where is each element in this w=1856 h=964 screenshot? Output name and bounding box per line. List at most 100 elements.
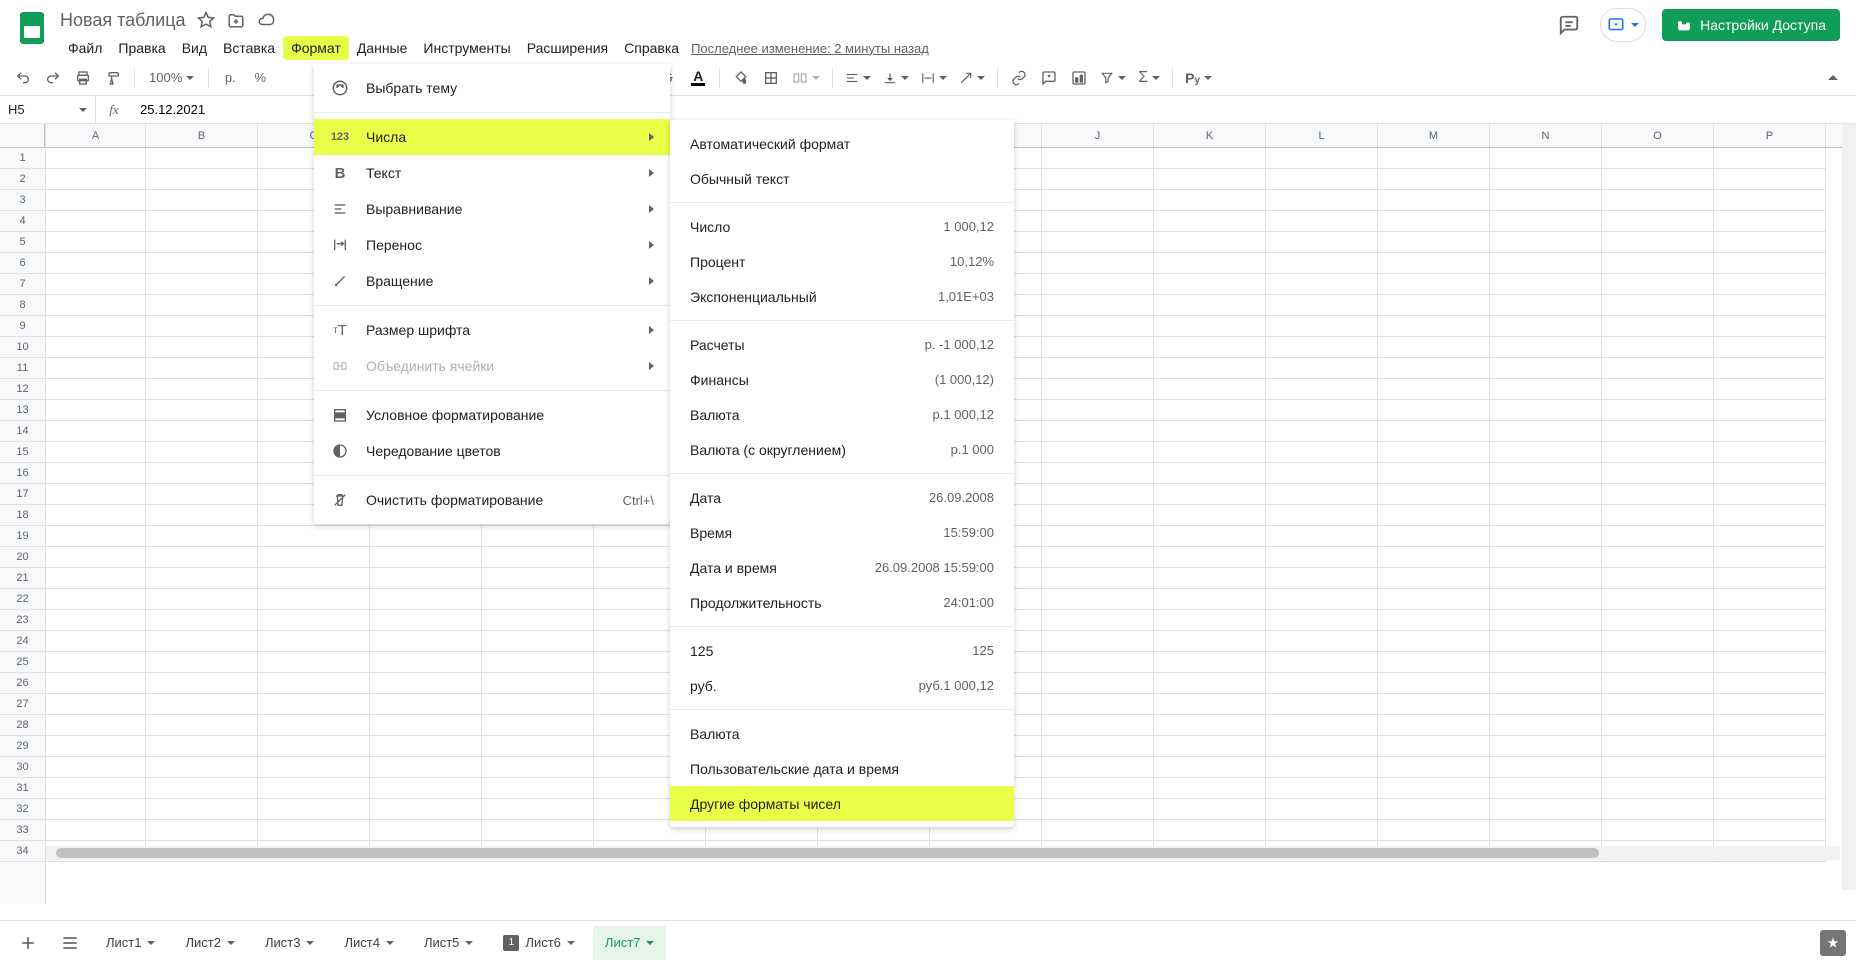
row-header[interactable]: 9 <box>0 316 45 337</box>
cell[interactable] <box>146 757 258 778</box>
cell[interactable] <box>1378 799 1490 820</box>
sheet-tab-лист6[interactable]: 1Лист6 <box>491 926 586 960</box>
cell[interactable] <box>146 589 258 610</box>
row-header[interactable]: 3 <box>0 190 45 211</box>
cell[interactable] <box>1154 463 1266 484</box>
star-icon[interactable] <box>196 10 216 30</box>
cell[interactable] <box>1266 610 1378 631</box>
present-button[interactable] <box>1600 8 1646 42</box>
cell[interactable] <box>1266 379 1378 400</box>
rotate-button[interactable] <box>955 65 989 91</box>
cell[interactable] <box>1154 484 1266 505</box>
numfmt-расчеты[interactable]: Расчетыр. -1 000,12 <box>670 327 1014 362</box>
doc-title[interactable]: Новая таблица <box>60 10 186 31</box>
cell[interactable] <box>46 820 146 841</box>
cell[interactable] <box>1714 652 1826 673</box>
cell[interactable] <box>146 568 258 589</box>
cell[interactable] <box>1042 589 1154 610</box>
numfmt-экспоненциальный[interactable]: Экспоненциальный1,01E+03 <box>670 279 1014 314</box>
cell[interactable] <box>370 673 482 694</box>
cell[interactable] <box>1714 505 1826 526</box>
cell[interactable] <box>1378 547 1490 568</box>
cell[interactable] <box>1602 379 1714 400</box>
cell[interactable] <box>1490 547 1602 568</box>
cell[interactable] <box>1490 736 1602 757</box>
last-edit-link[interactable]: Последнее изменение: 2 минуты назад <box>691 41 929 56</box>
cell[interactable] <box>46 442 146 463</box>
sheet-tab-лист7[interactable]: Лист7 <box>593 926 666 960</box>
cell[interactable] <box>1042 505 1154 526</box>
cell[interactable] <box>1154 400 1266 421</box>
cell[interactable] <box>146 295 258 316</box>
cell[interactable] <box>1042 484 1154 505</box>
format-percent-button[interactable]: % <box>247 65 273 91</box>
col-header[interactable]: O <box>1602 124 1714 147</box>
col-header[interactable]: A <box>46 124 146 147</box>
paint-format-button[interactable] <box>100 65 126 91</box>
cell[interactable] <box>46 610 146 631</box>
cell[interactable] <box>1490 274 1602 295</box>
cell[interactable] <box>1378 736 1490 757</box>
row-header[interactable]: 1 <box>0 148 45 169</box>
filter-button[interactable] <box>1096 65 1130 91</box>
numfmt-дата[interactable]: Дата26.09.2008 <box>670 480 1014 515</box>
cell[interactable] <box>1154 820 1266 841</box>
cell[interactable] <box>1378 421 1490 442</box>
numfmt-финансы[interactable]: Финансы(1 000,12) <box>670 362 1014 397</box>
cell[interactable] <box>1266 148 1378 169</box>
cell[interactable] <box>1378 484 1490 505</box>
cell[interactable] <box>146 631 258 652</box>
cell[interactable] <box>1490 799 1602 820</box>
cell[interactable] <box>46 757 146 778</box>
cell[interactable] <box>1490 148 1602 169</box>
numfmt-обычный-текст[interactable]: Обычный текст <box>670 161 1014 196</box>
cell[interactable] <box>1042 694 1154 715</box>
merge-button[interactable] <box>788 65 824 91</box>
cell[interactable] <box>1714 820 1826 841</box>
cell[interactable] <box>370 757 482 778</box>
cell[interactable] <box>46 505 146 526</box>
cell[interactable] <box>1714 295 1826 316</box>
cell[interactable] <box>1154 253 1266 274</box>
cell[interactable] <box>146 274 258 295</box>
all-sheets-button[interactable] <box>52 925 88 961</box>
cell[interactable] <box>1378 232 1490 253</box>
cell[interactable] <box>1042 253 1154 274</box>
cell[interactable] <box>46 715 146 736</box>
cell[interactable] <box>1266 316 1378 337</box>
cell[interactable] <box>370 694 482 715</box>
numfmt-другие-форматы-чисел[interactable]: Другие форматы чисел <box>670 786 1014 821</box>
cell[interactable] <box>46 316 146 337</box>
row-header[interactable]: 4 <box>0 211 45 232</box>
row-header[interactable]: 15 <box>0 442 45 463</box>
collapse-toolbar-button[interactable] <box>1820 65 1846 91</box>
row-header[interactable]: 7 <box>0 274 45 295</box>
cell[interactable] <box>482 652 594 673</box>
cell[interactable] <box>370 715 482 736</box>
cell[interactable] <box>1266 169 1378 190</box>
cell[interactable] <box>482 820 594 841</box>
cell[interactable] <box>1490 757 1602 778</box>
cell[interactable] <box>1266 652 1378 673</box>
cell[interactable] <box>370 589 482 610</box>
cell[interactable] <box>1490 673 1602 694</box>
cell[interactable] <box>146 211 258 232</box>
row-header[interactable]: 8 <box>0 295 45 316</box>
wrap-button[interactable] <box>917 65 951 91</box>
row-header[interactable]: 27 <box>0 694 45 715</box>
row-header[interactable]: 33 <box>0 820 45 841</box>
cell[interactable] <box>482 694 594 715</box>
cell[interactable] <box>1714 211 1826 232</box>
select-all-corner[interactable] <box>0 124 45 148</box>
col-header[interactable]: B <box>146 124 258 147</box>
cell[interactable] <box>1266 442 1378 463</box>
cell[interactable] <box>1490 505 1602 526</box>
cell[interactable] <box>46 652 146 673</box>
cell[interactable] <box>1490 568 1602 589</box>
menu-формат[interactable]: Формат <box>283 36 349 60</box>
cell[interactable] <box>370 799 482 820</box>
cell[interactable] <box>1154 631 1266 652</box>
cell[interactable] <box>1602 148 1714 169</box>
fmt-чередование-цветов[interactable]: Чередование цветов <box>314 433 670 469</box>
cell[interactable] <box>1714 232 1826 253</box>
